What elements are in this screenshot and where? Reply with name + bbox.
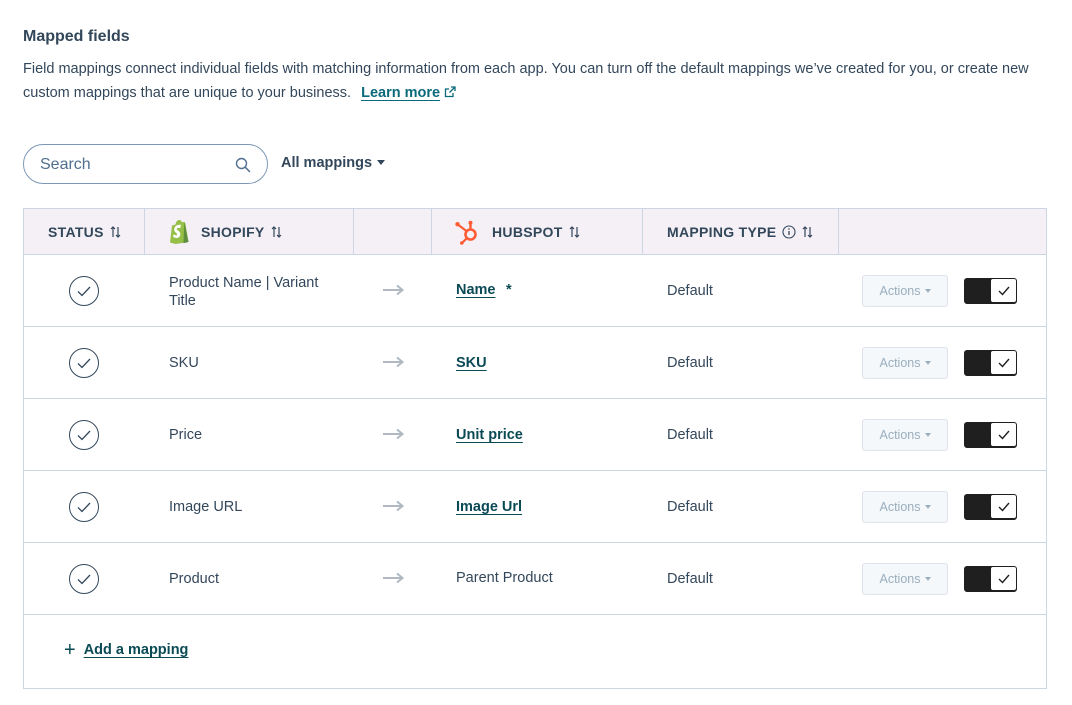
actions-button[interactable]: Actions <box>862 275 948 307</box>
table-row: SKU SKU Default Actions <box>24 327 1046 399</box>
mapped-fields-title: Mapped fields <box>23 28 130 45</box>
column-header-arrow <box>354 209 432 254</box>
hubspot-field-label: Unit price <box>456 427 523 443</box>
hubspot-field-link[interactable]: Name <box>456 282 496 298</box>
mapping-type: Default <box>667 571 713 587</box>
mapping-type-header-label: MAPPING TYPE <box>667 223 777 240</box>
column-header-mapping-type[interactable]: MAPPING TYPE <box>643 209 839 254</box>
arrow-right-icon <box>383 500 405 512</box>
arrow-right-icon <box>383 428 405 440</box>
actions-label: Actions <box>879 356 921 370</box>
check-icon <box>991 279 1016 302</box>
caret-down-icon <box>924 577 931 581</box>
actions-label: Actions <box>879 284 921 298</box>
table-row: Product Parent Product Default Actions <box>24 543 1046 615</box>
mapping-toggle[interactable] <box>964 350 1017 376</box>
hubspot-header-label: HUBSPOT <box>492 223 563 240</box>
shopify-field: Product Name | Variant Title <box>169 275 319 309</box>
column-header-shopify[interactable]: SHOPIFY <box>145 209 354 254</box>
external-link-icon <box>444 86 456 98</box>
arrow-right-icon <box>383 356 405 368</box>
sort-icon[interactable] <box>569 225 580 238</box>
mappings-table: STATUS SHOPIFY HUBSPOT MAPPING TYPE Prod… <box>23 208 1047 689</box>
column-header-actions <box>839 209 1046 254</box>
mapping-type: Default <box>667 283 713 299</box>
search-icon[interactable] <box>235 157 251 173</box>
actions-button[interactable]: Actions <box>862 347 948 379</box>
mapping-type: Default <box>667 427 713 443</box>
hubspot-field-label: SKU <box>456 355 487 371</box>
caret-down-icon <box>924 505 931 509</box>
shopify-header-label: SHOPIFY <box>201 223 265 240</box>
hubspot-field-link[interactable]: Image Url <box>456 499 522 515</box>
caret-down-icon <box>924 289 931 293</box>
hubspot-field-link[interactable]: SKU <box>456 355 487 371</box>
shopify-field: SKU <box>169 355 199 371</box>
check-icon <box>991 351 1016 374</box>
mapping-type: Default <box>667 355 713 371</box>
hubspot-field-label: Image Url <box>456 499 523 515</box>
learn-more-link[interactable]: Learn more <box>361 85 456 101</box>
search-input[interactable] <box>40 154 230 176</box>
table-header: STATUS SHOPIFY HUBSPOT MAPPING TYPE <box>24 209 1046 255</box>
caret-down-icon <box>377 160 386 165</box>
actions-button[interactable]: Actions <box>862 563 948 595</box>
required-marker: * <box>506 282 512 298</box>
check-icon <box>991 423 1016 446</box>
mapped-fields-description: Field mappings connect individual fields… <box>23 57 1053 105</box>
shopify-logo <box>170 220 189 244</box>
shopify-field: Price <box>169 427 203 443</box>
actions-label: Actions <box>879 428 921 442</box>
check-icon <box>991 495 1016 518</box>
actions-label: Actions <box>879 500 921 514</box>
sort-icon[interactable] <box>110 225 121 238</box>
hubspot-field-link[interactable]: Unit price <box>456 427 523 443</box>
actions-button[interactable]: Actions <box>862 491 948 523</box>
caret-down-icon <box>924 433 931 437</box>
table-row: Product Name | Variant Title Name * Defa… <box>24 255 1046 327</box>
add-mapping-button[interactable]: + Add a mapping <box>64 639 189 661</box>
mapping-toggle[interactable] <box>964 494 1017 520</box>
table-row: Price Unit price Default Actions <box>24 399 1046 471</box>
caret-down-icon <box>924 361 931 365</box>
arrow-right-icon <box>383 572 405 584</box>
check-circle-icon <box>69 276 99 306</box>
check-circle-icon <box>69 348 99 378</box>
arrow-right-icon <box>383 284 405 296</box>
add-mapping-label: Add a mapping <box>83 642 189 658</box>
actions-button[interactable]: Actions <box>862 419 948 451</box>
check-circle-icon <box>69 492 99 522</box>
all-mappings-label: All mappings <box>281 155 373 171</box>
mapping-toggle[interactable] <box>964 278 1017 304</box>
column-header-status[interactable]: STATUS <box>24 209 145 254</box>
all-mappings-dropdown[interactable]: All mappings <box>281 155 386 171</box>
sort-icon[interactable] <box>271 225 282 238</box>
mapping-toggle[interactable] <box>964 422 1017 448</box>
check-circle-icon <box>69 420 99 450</box>
hubspot-field-label: Name <box>456 282 496 298</box>
sort-icon[interactable] <box>802 225 813 238</box>
plus-icon: + <box>64 639 76 661</box>
hubspot-field: Parent Product <box>456 570 553 586</box>
status-header-label: STATUS <box>48 223 104 240</box>
shopify-field: Image URL <box>169 499 243 515</box>
check-icon <box>991 567 1016 590</box>
info-icon[interactable] <box>782 224 796 239</box>
shopify-field: Product <box>169 571 219 587</box>
hubspot-logo <box>455 220 477 245</box>
check-circle-icon <box>69 564 99 594</box>
table-row: Image URL Image Url Default Actions <box>24 471 1046 543</box>
actions-label: Actions <box>879 572 921 586</box>
mapping-type: Default <box>667 499 713 515</box>
search-box[interactable] <box>23 144 268 184</box>
learn-more-label: Learn more <box>361 85 441 101</box>
mapping-toggle[interactable] <box>964 566 1017 592</box>
description-text: Field mappings connect individual fields… <box>23 61 1029 101</box>
column-header-hubspot[interactable]: HUBSPOT <box>432 209 643 254</box>
